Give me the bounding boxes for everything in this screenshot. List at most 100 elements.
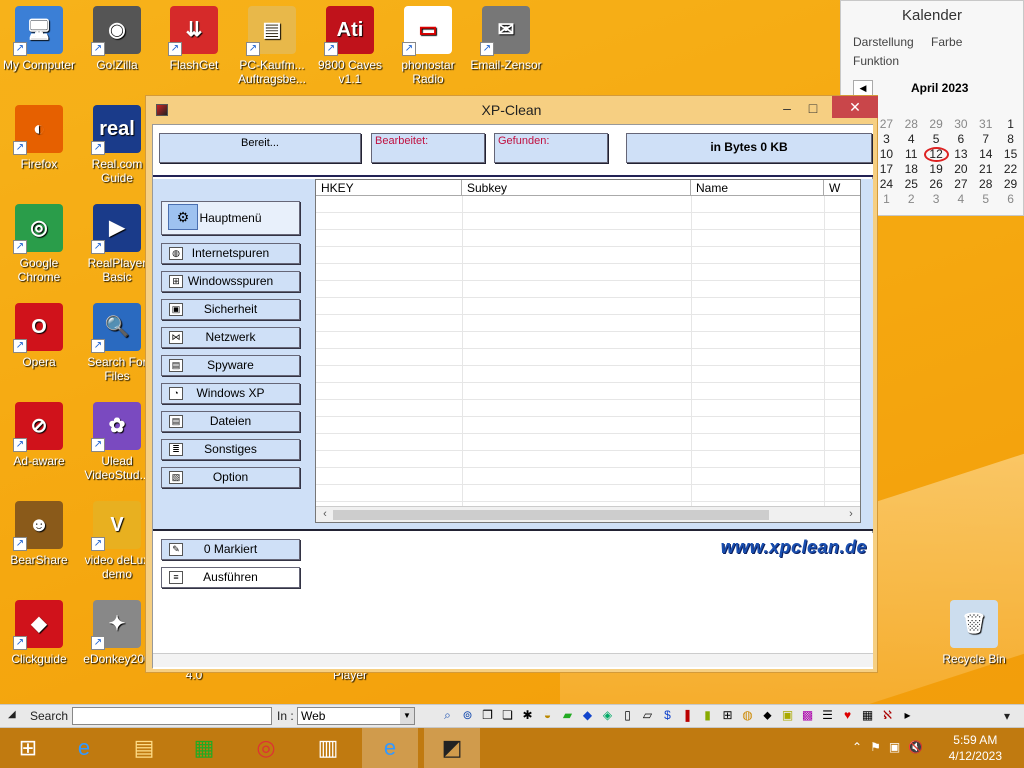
gem-icon[interactable]: ◆ bbox=[580, 708, 595, 723]
more-arrow-icon[interactable]: ▸ bbox=[900, 708, 915, 723]
toolbar-grip-icon[interactable]: ◢ bbox=[8, 709, 16, 720]
minimize-button[interactable]: – bbox=[777, 100, 797, 118]
bottle-icon[interactable]: ❚ bbox=[680, 708, 695, 723]
calendar-day[interactable]: 2 bbox=[899, 192, 924, 207]
desktop-shortcut[interactable]: 🖥 ↗ My Computer bbox=[0, 6, 78, 72]
menu-funktion[interactable]: Funktion bbox=[853, 54, 899, 68]
start-button[interactable]: ⊞ bbox=[0, 728, 56, 768]
taskbar-ie[interactable]: e bbox=[56, 728, 112, 768]
calendar-day[interactable]: 27 bbox=[948, 177, 973, 192]
grid-icon[interactable]: ⊞ bbox=[720, 708, 735, 723]
desktop-shortcut[interactable]: ◐ ↗ Firefox bbox=[0, 105, 78, 171]
calendar-day[interactable]: 29 bbox=[998, 177, 1023, 192]
calendar-day[interactable]: 20 bbox=[948, 162, 973, 177]
desktop-shortcut[interactable]: ▭ ↗ phonostar Radio bbox=[389, 6, 467, 86]
toolbar-options-icon[interactable]: ▾ bbox=[1004, 709, 1010, 723]
close-button[interactable]: ✕ bbox=[832, 96, 878, 118]
heart-icon[interactable]: ♥ bbox=[840, 708, 855, 723]
calendar-day[interactable]: 4 bbox=[948, 192, 973, 207]
menu-farbe[interactable]: Farbe bbox=[931, 35, 962, 49]
network-icon[interactable]: ▣ bbox=[889, 740, 900, 754]
calendar-day[interactable]: 5 bbox=[973, 192, 998, 207]
chevron-down-icon[interactable]: ▼ bbox=[400, 708, 414, 724]
horse-icon[interactable]: ℵ bbox=[880, 708, 895, 723]
desktop-shortcut[interactable]: ◉ ↗ Go!Zilla bbox=[78, 6, 156, 72]
calendar-day[interactable]: 21 bbox=[973, 162, 998, 177]
nav-button-sicherheit[interactable]: ▣ Sicherheit bbox=[161, 299, 300, 320]
desktop-shortcut[interactable]: O ↗ Opera bbox=[0, 303, 78, 369]
calendar-day[interactable]: 30 bbox=[948, 117, 973, 132]
calendar-day[interactable]: 18 bbox=[899, 162, 924, 177]
flag-icon[interactable]: ▰ bbox=[560, 708, 575, 723]
calendar-day[interactable]: 8 bbox=[998, 132, 1023, 147]
volume-muted-icon[interactable]: 🔇 bbox=[908, 740, 923, 754]
action-center-icon[interactable]: ⚑ bbox=[870, 740, 881, 754]
taskbar-chrome[interactable]: ◎ bbox=[238, 728, 294, 768]
desktop-shortcut[interactable]: ✉ ↗ Email-Zensor bbox=[467, 6, 545, 72]
show-hidden-icons-icon[interactable]: ⌃ bbox=[852, 740, 862, 754]
desktop-shortcut[interactable]: ⊘ ↗ Ad-aware bbox=[0, 402, 78, 468]
calendar-day[interactable]: 7 bbox=[973, 132, 998, 147]
calendar-day[interactable]: 1 bbox=[998, 117, 1023, 132]
menu-darstellung[interactable]: Darstellung bbox=[853, 35, 914, 49]
marked-button[interactable]: ✎ 0 Markiert bbox=[161, 539, 300, 560]
basket-icon[interactable]: ◒ bbox=[540, 708, 555, 723]
calendar-day[interactable]: 31 bbox=[973, 117, 998, 132]
chip-icon[interactable]: ▩ bbox=[800, 708, 815, 723]
calendar-day[interactable]: 11 bbox=[899, 147, 924, 162]
calendar-day[interactable]: 13 bbox=[949, 147, 974, 162]
taskbar-xpclean[interactable]: ◩ bbox=[424, 728, 480, 768]
search-scope-select[interactable]: Web ▼ bbox=[297, 707, 415, 725]
calendar-day[interactable]: 4 bbox=[899, 132, 924, 147]
desktop-shortcut[interactable]: Ati ↗ 9800 Caves v1.1 bbox=[311, 6, 389, 86]
taskbar-notepad[interactable]: ▥ bbox=[300, 728, 356, 768]
calendar-day[interactable]: 6 bbox=[948, 132, 973, 147]
nav-button-windows-xp[interactable]: ◔ Windows XP bbox=[161, 383, 300, 404]
nav-button-dateien[interactable]: ▤ Dateien bbox=[161, 411, 300, 432]
ring-icon[interactable]: ◍ bbox=[740, 708, 755, 723]
desktop-shortcut[interactable]: 🗑 Recycle Bin bbox=[935, 600, 1013, 666]
list-icon[interactable]: ☰ bbox=[820, 708, 835, 723]
brand-logo[interactable]: www.xpclean.de bbox=[721, 537, 867, 558]
copy-icon[interactable]: ❐ bbox=[480, 708, 495, 723]
nav-button-sonstiges[interactable]: ≣ Sonstiges bbox=[161, 439, 300, 460]
desktop-shortcut[interactable]: ◆ ↗ Clickguide bbox=[0, 600, 78, 666]
scroll-thumb[interactable] bbox=[333, 510, 769, 520]
tag-icon[interactable]: ⬥ bbox=[760, 708, 775, 723]
calendar-day[interactable]: 28 bbox=[973, 177, 998, 192]
clock[interactable]: 5:59 AM 4/12/2023 bbox=[949, 732, 1002, 764]
calendar-day[interactable]: 25 bbox=[899, 177, 924, 192]
ticket-icon[interactable]: ▱ bbox=[640, 708, 655, 723]
desktop-shortcut[interactable]: ⇊ ↗ FlashGet bbox=[155, 6, 233, 72]
calendar-today[interactable]: 12 bbox=[923, 147, 949, 162]
calendar-day[interactable]: 5 bbox=[924, 132, 949, 147]
nav-button-netzwerk[interactable]: ⋈ Netzwerk bbox=[161, 327, 300, 348]
desktop-shortcut[interactable]: ◎ ↗ Google Chrome bbox=[0, 204, 78, 284]
column-name[interactable]: Name bbox=[691, 180, 824, 195]
scroll-right-icon[interactable]: › bbox=[844, 508, 858, 520]
titlebar[interactable]: XP-Clean – □ ✕ bbox=[146, 96, 878, 124]
nav-button-internetspuren[interactable]: ◍ Internetspuren bbox=[161, 243, 300, 264]
horizontal-scrollbar[interactable]: ‹ › bbox=[316, 506, 860, 522]
document-icon[interactable]: ▯ bbox=[620, 708, 635, 723]
calendar-day[interactable]: 28 bbox=[899, 117, 924, 132]
calendar-day[interactable]: 19 bbox=[924, 162, 949, 177]
magnifier-icon[interactable]: ⌕ bbox=[440, 708, 455, 723]
results-grid[interactable]: HKEY Subkey Name W ‹ › bbox=[315, 179, 861, 523]
column-subkey[interactable]: Subkey bbox=[462, 180, 691, 195]
battery-icon[interactable]: ▮ bbox=[700, 708, 715, 723]
calendar-day[interactable]: 6 bbox=[998, 192, 1023, 207]
taskbar-ie-window[interactable]: e bbox=[362, 728, 418, 768]
nav-button-spyware[interactable]: ▤ Spyware bbox=[161, 355, 300, 376]
column-hkey[interactable]: HKEY bbox=[316, 180, 462, 195]
nav-button-option[interactable]: ▧ Option bbox=[161, 467, 300, 488]
nav-button-windowsspuren[interactable]: ⊞ Windowsspuren bbox=[161, 271, 300, 292]
calendar-day[interactable]: 15 bbox=[998, 147, 1023, 162]
main-menu-button[interactable]: ⚙ Hauptmenü bbox=[161, 201, 300, 235]
desktop-shortcut[interactable]: ☻ ↗ BearShare bbox=[0, 501, 78, 567]
calendar-day[interactable]: 22 bbox=[998, 162, 1023, 177]
calendar-day[interactable]: 29 bbox=[924, 117, 949, 132]
butterfly-icon[interactable]: ✱ bbox=[520, 708, 535, 723]
calendar-day[interactable]: 26 bbox=[924, 177, 949, 192]
taskbar-explorer[interactable]: ▤ bbox=[116, 728, 172, 768]
